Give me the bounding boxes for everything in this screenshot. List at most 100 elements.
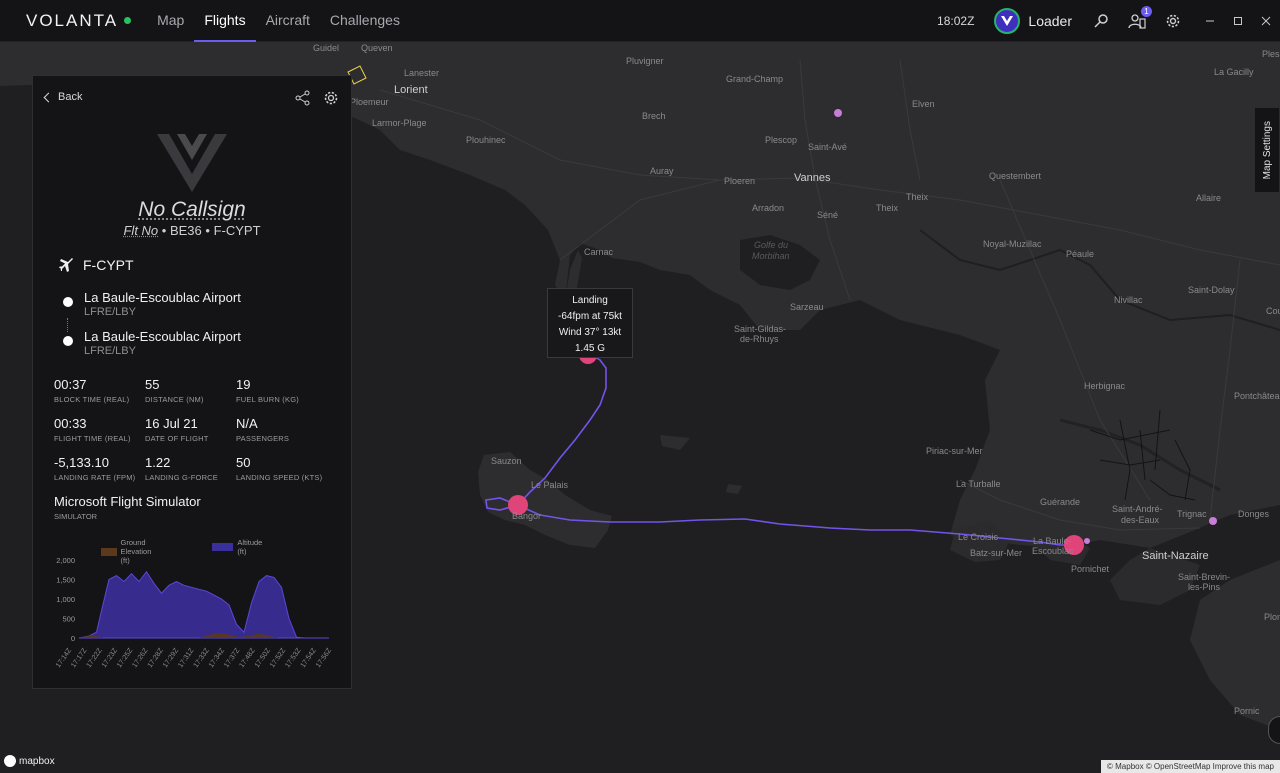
gear-icon: [324, 91, 338, 105]
top-bar: VOLANTA Map Flights Aircraft Challenges …: [0, 0, 1280, 42]
stat-date: 16 Jul 21 DATE OF FLIGHT: [145, 416, 209, 443]
minimize-button[interactable]: [1196, 8, 1224, 34]
volanta-v-icon: [1001, 16, 1014, 26]
map-attribution[interactable]: © Mapbox © OpenStreetMap Improve this ma…: [1101, 760, 1280, 773]
airline-logo-icon: [157, 134, 227, 192]
map-label: Trignac: [1177, 509, 1207, 519]
aircraft-row[interactable]: F-CYPT: [59, 257, 134, 273]
tooltip-gforce: 1.45 G: [574, 343, 606, 354]
map-label: des-Eaux: [1121, 515, 1160, 525]
map-label: Plouhinec: [466, 135, 506, 145]
close-button[interactable]: [1252, 8, 1280, 34]
app-logo[interactable]: VOLANTA: [26, 11, 132, 31]
map-label: Guidel: [313, 43, 340, 53]
share-icon: [295, 90, 310, 106]
mapbox-logo[interactable]: mapbox: [4, 755, 55, 767]
online-status-dot: [124, 17, 132, 24]
arrival-codes: LFRE/LBY: [84, 345, 136, 357]
map-label: Escoublac: [1032, 546, 1074, 556]
map-label: Ploeren: [724, 176, 756, 186]
x-tick-label: 17:56Z: [315, 647, 334, 669]
map-label: Plomb: [1264, 612, 1280, 622]
y-tick-label: 0: [71, 634, 75, 643]
flight-number[interactable]: Flt No: [123, 223, 158, 238]
map-label: Guérande: [1040, 497, 1081, 507]
map-settings-label: Map Settings: [1261, 120, 1273, 180]
map-label: Saint-Nazaire: [1142, 550, 1209, 562]
map-label: Golfe du: [754, 240, 789, 250]
tooltip-rate: -64fpm at 75kt: [558, 311, 622, 322]
settings-button[interactable]: [1160, 8, 1186, 34]
user-name: Loader: [1028, 13, 1072, 29]
share-button[interactable]: [293, 88, 313, 108]
map-label: Sarzeau: [790, 302, 824, 312]
map-label: Brech: [642, 111, 666, 121]
nav-flights[interactable]: Flights: [194, 0, 256, 42]
airplane-icon: [59, 258, 73, 272]
nav-aircraft[interactable]: Aircraft: [256, 0, 320, 42]
aircraft-registration: F-CYPT: [83, 257, 134, 273]
nav-challenges[interactable]: Challenges: [320, 0, 410, 42]
map-label: Saint-Avé: [808, 142, 847, 152]
map-label: Morbihan: [752, 251, 790, 261]
y-tick-label: 2,000: [56, 556, 75, 565]
map-label: Theix: [906, 192, 929, 202]
chart-plot: 05001,0001,5002,00017:14Z17:17Z17:22Z17:…: [55, 556, 334, 669]
aircraft-type: BE36: [169, 223, 202, 238]
simulator-info: Microsoft Flight Simulator SIMULATOR: [54, 494, 201, 521]
map-label: Pluvigner: [626, 56, 664, 66]
stat-flight-time: 00:33 FLIGHT TIME (REAL): [54, 416, 131, 443]
map-label: Sauzon: [491, 456, 522, 466]
map-label: Pornic: [1234, 706, 1260, 716]
departure-airport[interactable]: La Baule-Escoublac Airport LFRE/LBY: [63, 290, 241, 319]
map-settings-tab[interactable]: Map Settings: [1254, 107, 1280, 193]
map-label: Queven: [361, 43, 393, 53]
map-label: Auray: [650, 166, 674, 176]
map-label: La Gacilly: [1214, 67, 1254, 77]
stat-fuel-burn: 19 FUEL BURN (KG): [236, 377, 299, 404]
y-tick-label: 500: [62, 615, 75, 624]
map-label: Batz-sur-Mer: [970, 548, 1023, 558]
map-label: La Turballe: [956, 479, 1001, 489]
map-label: Nivillac: [1114, 295, 1143, 305]
simulator-label: SIMULATOR: [54, 512, 98, 521]
map-label: Carnac: [584, 247, 614, 257]
departure-name: La Baule-Escoublac Airport: [84, 290, 241, 305]
tooltip-title: Landing: [572, 295, 608, 306]
map-label: Grand-Champ: [726, 74, 784, 84]
flight-subtitle: Flt No • BE36 • F-CYPT: [123, 223, 261, 238]
map-label: Donges: [1238, 509, 1270, 519]
topbar-right: 18:02Z Loader 1: [937, 0, 1280, 42]
tooltip-wind: Wind 37° 13kt: [558, 327, 622, 338]
map-label: Herbignac: [1084, 381, 1126, 391]
maximize-button[interactable]: [1224, 8, 1252, 34]
flight-detail-panel: Back No Callsign Flt No • BE36 • F-CYPT …: [32, 75, 352, 689]
main-nav: Map Flights Aircraft Challenges: [147, 0, 410, 42]
friends-button[interactable]: 1: [1124, 6, 1152, 34]
back-button[interactable]: Back: [43, 91, 82, 103]
map-label: Noyal-Muzillac: [983, 239, 1042, 249]
stat-g-force: 1.22 LANDING G-FORCE: [145, 455, 219, 482]
map-label: Saint-Gildas-: [734, 324, 787, 334]
stat-block-time: 00:37 BLOCK TIME (REAL): [54, 377, 130, 404]
map-label: de-Rhuys: [740, 334, 779, 344]
map-label: Coueron: [1266, 306, 1280, 316]
map-label: Questembert: [989, 171, 1042, 181]
departure-codes: LFRE/LBY: [84, 306, 136, 318]
search-icon: [1094, 14, 1108, 28]
search-button[interactable]: [1088, 8, 1114, 34]
map-label: Le Palais: [531, 480, 569, 490]
map-label: Theix: [876, 203, 899, 213]
arrival-airport[interactable]: La Baule-Escoublac Airport LFRE/LBY: [63, 329, 241, 358]
user-menu[interactable]: Loader: [994, 8, 1072, 34]
utc-clock: 18:02Z: [937, 14, 975, 28]
flight-settings-button[interactable]: [321, 88, 341, 108]
map-label: les-Pins: [1188, 582, 1221, 592]
maximize-icon: [1234, 17, 1242, 25]
simulator-name: Microsoft Flight Simulator: [54, 494, 201, 509]
gear-icon: [1166, 14, 1180, 28]
nav-map[interactable]: Map: [147, 0, 194, 42]
avatar: [994, 8, 1021, 34]
stat-passengers: N/A PASSENGERS: [236, 416, 290, 443]
map-label: Piriac-sur-Mer: [926, 446, 983, 456]
